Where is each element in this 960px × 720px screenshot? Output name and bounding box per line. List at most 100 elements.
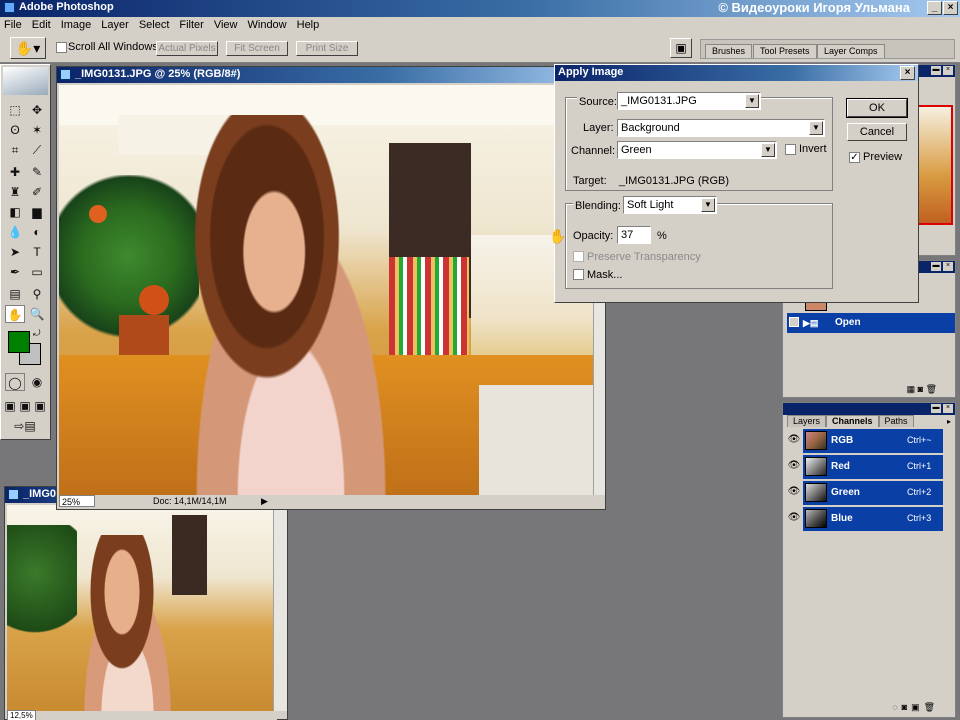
app-title: Adobe Photoshop [19, 1, 114, 13]
menu-filter[interactable]: Filter [179, 19, 203, 31]
visibility-eye-icon[interactable]: 👁 [787, 459, 801, 473]
stamp-tool-icon[interactable]: ♜ [5, 183, 25, 201]
quickmask-mode-icon[interactable]: ◉ [27, 373, 47, 391]
layer-select[interactable]: Background ▼ [617, 119, 825, 137]
channel-thumbnail [805, 483, 827, 502]
tab-channels[interactable]: Channels [826, 415, 879, 427]
path-select-icon[interactable]: ➤ [5, 243, 25, 261]
preview-label: Preview [863, 151, 903, 163]
tab-brushes[interactable]: Brushes [705, 44, 753, 58]
menu-view[interactable]: View [214, 19, 238, 31]
menu-help[interactable]: Help [297, 19, 320, 31]
type-tool-icon[interactable]: T [27, 243, 47, 261]
doc-main-zoom[interactable]: 25% [59, 495, 95, 507]
options-bar: ✋▾ Scroll All Windows Actual Pixels Fit … [0, 33, 960, 63]
visibility-eye-icon[interactable]: 👁 [787, 485, 801, 499]
visibility-eye-icon[interactable]: 👁 [787, 433, 801, 447]
blending-select[interactable]: Soft Light ▼ [623, 196, 717, 214]
hand-tool-icon[interactable]: ✋ [5, 305, 25, 323]
channel-name: RGB [831, 435, 854, 446]
tab-paths[interactable]: Paths [878, 415, 914, 427]
channel-row-rgb[interactable]: RGB Ctrl+~ [803, 429, 943, 453]
document-icon [8, 489, 19, 500]
marquee-tool-icon[interactable]: ⬚ [5, 101, 25, 119]
screen-mode-standard-icon[interactable]: ▣ [3, 397, 17, 415]
channel-row-green[interactable]: Green Ctrl+2 [803, 481, 943, 505]
menu-select[interactable]: Select [139, 19, 170, 31]
panel-minimize-button[interactable]: ▬ [931, 262, 941, 271]
close-icon[interactable]: × [943, 1, 958, 15]
screen-mode-full-icon[interactable]: ▣ [33, 397, 47, 415]
zoom-tool-icon[interactable]: 🔍 [27, 305, 47, 323]
magic-wand-icon[interactable]: ✶ [27, 121, 47, 139]
history-brush-source-icon[interactable] [789, 317, 799, 327]
shape-tool-icon[interactable]: ▭ [27, 263, 47, 281]
doc-window-main[interactable]: _IMG0131.JPG @ 25% (RGB/8#) 25% Doc: 14,… [56, 66, 606, 510]
photo-canvas-secondary[interactable] [7, 505, 273, 711]
vertical-scrollbar[interactable] [273, 505, 287, 711]
photo-canvas-main[interactable] [59, 85, 593, 495]
preview-checkbox[interactable]: ✓ [849, 152, 860, 163]
navigator-proxy-preview[interactable] [917, 105, 953, 225]
imageready-jump-icon[interactable]: ⇨▤ [5, 417, 45, 435]
scroll-all-checkbox[interactable] [56, 42, 67, 53]
panel-close-button[interactable]: × [943, 66, 953, 75]
eyedropper-icon[interactable]: ⚲ [27, 285, 47, 303]
move-tool-icon[interactable]: ✥ [27, 101, 47, 119]
crop-tool-icon[interactable]: ⌗ [5, 141, 25, 159]
file-browser-icon[interactable]: ▣ [670, 38, 692, 58]
screen-mode-full-menu-icon[interactable]: ▣ [18, 397, 32, 415]
blur-tool-icon[interactable]: 💧 [5, 223, 25, 241]
menu-layer[interactable]: Layer [101, 19, 129, 31]
foreground-color-swatch[interactable] [8, 331, 30, 353]
channel-select[interactable]: Green ▼ [617, 141, 777, 159]
history-brush-icon[interactable]: ✐ [27, 183, 47, 201]
status-menu-arrow-icon[interactable]: ▶ [261, 495, 268, 507]
dialog-close-button[interactable]: × [900, 66, 915, 80]
panel-minimize-button[interactable]: ▬ [931, 404, 941, 413]
panel-menu-icon[interactable]: ▸ [947, 417, 951, 426]
visibility-eye-icon[interactable]: 👁 [787, 511, 801, 525]
dialog-title: Apply Image [558, 66, 624, 78]
channel-label: Channel: [571, 145, 616, 157]
lasso-tool-icon[interactable]: ʘ [5, 121, 25, 139]
brush-tool-icon[interactable]: ✎ [27, 163, 47, 181]
channel-row-red[interactable]: Red Ctrl+1 [803, 455, 943, 479]
source-select[interactable]: _IMG0131.JPG ▼ [617, 92, 761, 110]
fit-screen-button[interactable]: Fit Screen [226, 41, 288, 56]
eraser-tool-icon[interactable]: ◧ [5, 203, 25, 221]
tab-layer-comps[interactable]: Layer Comps [817, 44, 885, 58]
doc-window-secondary[interactable]: _IMG0 12,5% [4, 486, 288, 720]
history-state-icon: ▶▤ [803, 318, 819, 328]
healing-brush-icon[interactable]: ✚ [5, 163, 25, 181]
menu-file[interactable]: File [4, 19, 22, 31]
gradient-tool-icon[interactable]: ▆ [27, 203, 47, 221]
preserve-transparency-checkbox[interactable] [573, 251, 584, 262]
panel-minimize-button[interactable]: ▬ [931, 66, 941, 75]
invert-checkbox[interactable] [785, 144, 796, 155]
swap-colors-icon[interactable]: ⤾ [33, 328, 41, 339]
ok-button[interactable]: OK [846, 98, 908, 118]
actual-pixels-button[interactable]: Actual Pixels [156, 41, 218, 56]
tab-tool-presets[interactable]: Tool Presets [753, 44, 817, 58]
notes-tool-icon[interactable]: ▤ [5, 285, 25, 303]
channel-row-blue[interactable]: Blue Ctrl+3 [803, 507, 943, 531]
print-size-button[interactable]: Print Size [296, 41, 358, 56]
slice-tool-icon[interactable]: ⟋ [27, 141, 47, 159]
standard-mode-icon[interactable]: ◯ [5, 373, 25, 391]
dodge-tool-icon[interactable]: ◐ [27, 223, 47, 241]
cancel-button[interactable]: Cancel [847, 123, 907, 141]
hand-tool-preset[interactable]: ✋▾ [10, 37, 46, 59]
opacity-input[interactable]: 37 [617, 226, 651, 244]
panel-close-button[interactable]: × [943, 262, 953, 271]
pen-tool-icon[interactable]: ✒ [5, 263, 25, 281]
mask-checkbox[interactable] [573, 269, 584, 280]
menu-edit[interactable]: Edit [32, 19, 51, 31]
menu-window[interactable]: Window [248, 19, 287, 31]
history-item-open[interactable]: ▶▤ Open [787, 313, 955, 333]
menu-image[interactable]: Image [61, 19, 92, 31]
doc-secondary-zoom[interactable]: 12,5% [7, 710, 36, 720]
tab-layers[interactable]: Layers [787, 415, 827, 427]
panel-close-button[interactable]: × [943, 404, 953, 413]
minimize-button[interactable]: _ [927, 1, 942, 15]
